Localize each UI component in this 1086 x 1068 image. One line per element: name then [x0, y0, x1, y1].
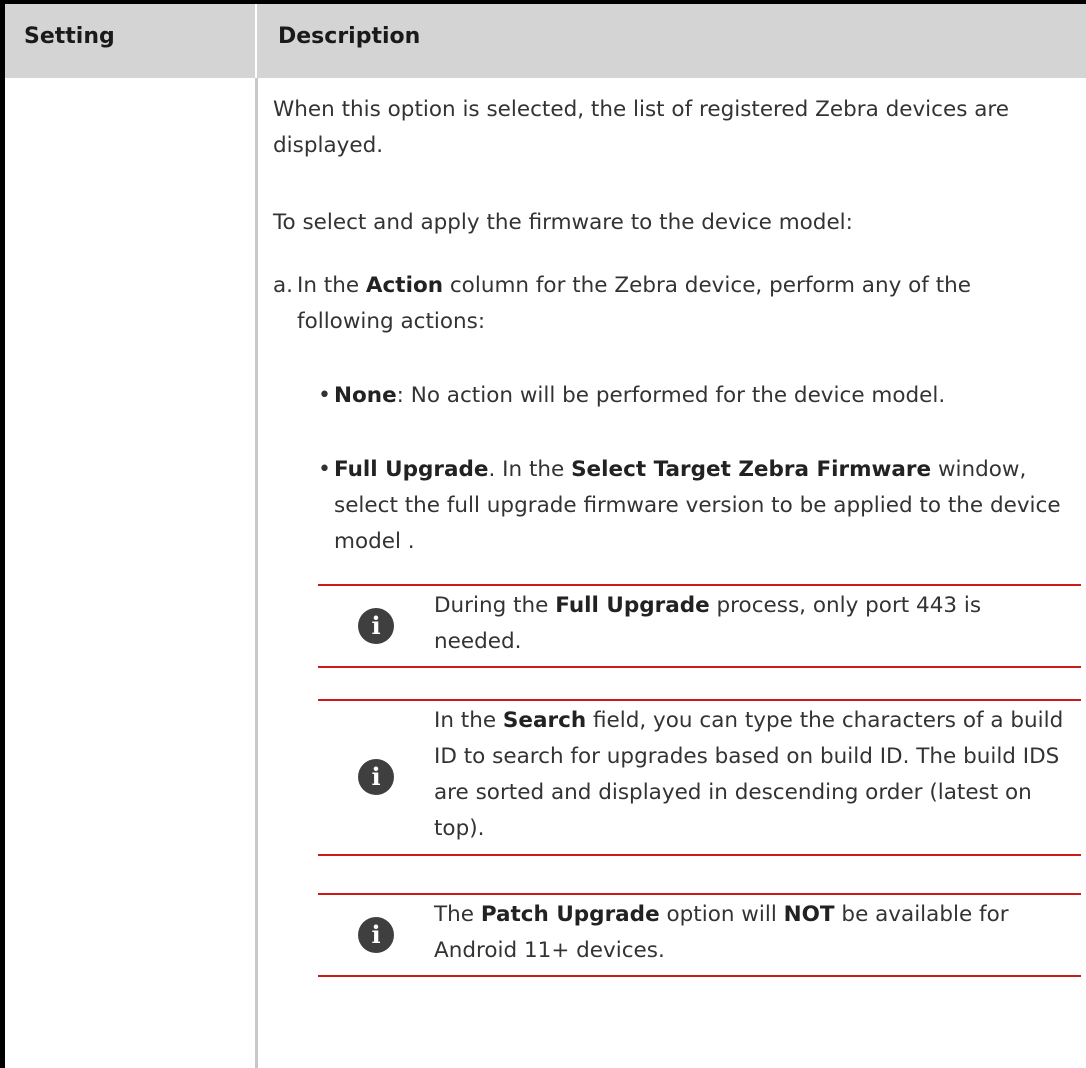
table-left-border	[0, 0, 5, 1068]
note-bold: Search	[502, 708, 587, 733]
note-patch-upgrade: i The Patch Upgrade option will NOT be a…	[318, 893, 1081, 977]
step-letter: a.	[273, 273, 294, 298]
step-text: In the Action column for the Zebra devic…	[297, 268, 1067, 340]
note-pre: During the	[434, 593, 556, 618]
intro-paragraph: When this option is selected, the list o…	[273, 97, 1010, 158]
bullet-dot: •	[318, 457, 331, 482]
note-pre: In the	[434, 708, 503, 733]
note-text: In the Search field, you can type the ch…	[434, 703, 1074, 847]
bullet-bold: Full Upgrade	[334, 457, 489, 482]
note-bold-not: NOT	[783, 902, 835, 927]
header-column-divider	[255, 4, 257, 78]
header-description: Description	[278, 24, 421, 49]
table-header-row: Setting Description	[5, 4, 1086, 78]
note-text: During the Full Upgrade process, only po…	[434, 588, 1074, 660]
step-text-pre: In the	[297, 273, 366, 298]
bullet-text: None: No action will be performed for th…	[334, 378, 1086, 414]
header-setting: Setting	[24, 24, 115, 49]
note-bold: Full Upgrade	[555, 593, 710, 618]
note-bold: Patch Upgrade	[480, 902, 660, 927]
note-port-443: i During the Full Upgrade process, only …	[318, 584, 1081, 668]
bullet-text: Full Upgrade. In the Select Target Zebra…	[334, 452, 1086, 560]
note-text: The Patch Upgrade option will NOT be ava…	[434, 897, 1074, 969]
info-icon: i	[358, 608, 394, 644]
info-icon: i	[358, 759, 394, 795]
bullet-bold: None	[334, 383, 397, 408]
bullet-dot: •	[318, 383, 331, 408]
info-icon: i	[358, 917, 394, 953]
bullet-body: : No action will be performed for the de…	[396, 383, 946, 408]
note-pre: The	[434, 902, 481, 927]
bullet-body: . In the	[488, 457, 572, 482]
bullet-bold-window: Select Target Zebra Firmware	[571, 457, 932, 482]
column-divider	[255, 78, 258, 1068]
instruction-paragraph: To select and apply the firmware to the …	[273, 210, 853, 235]
note-search-field: i In the Search field, you can type the …	[318, 699, 1081, 856]
note-mid: option will	[659, 902, 784, 927]
step-text-bold: Action	[365, 273, 444, 298]
